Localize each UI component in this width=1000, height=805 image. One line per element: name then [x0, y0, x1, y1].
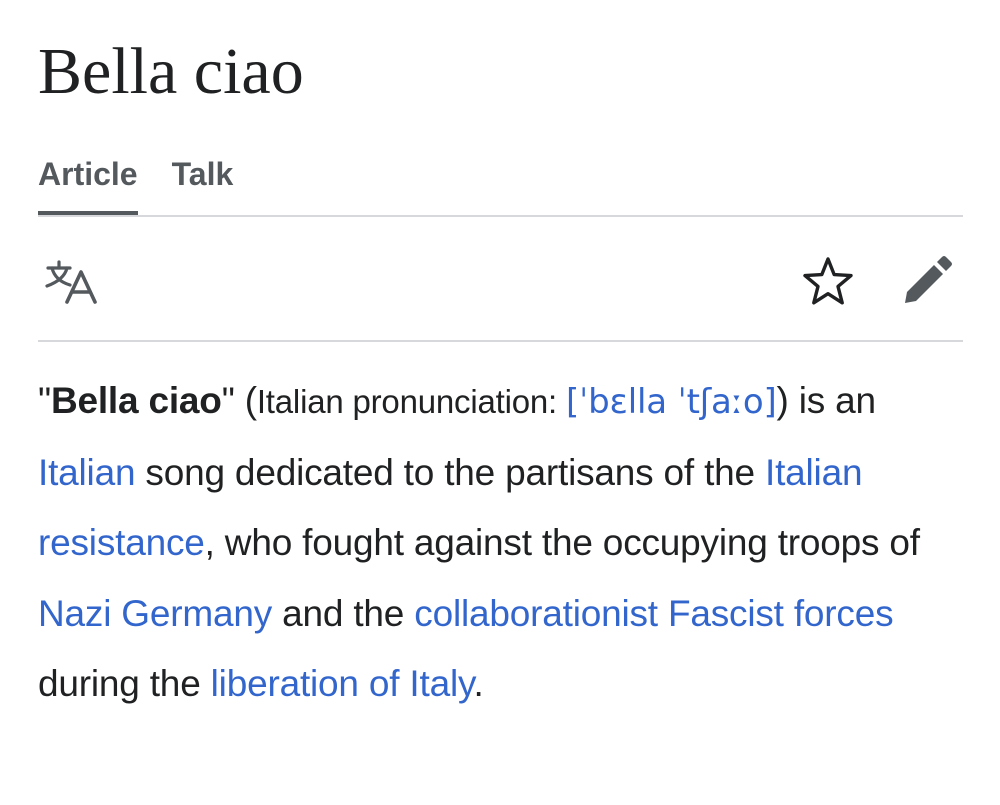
lead-paragraph: "Bella ciao" (Italian pronunciation: [ˈb…: [38, 366, 968, 720]
pronunciation-label: Italian pronunciation:: [256, 383, 566, 420]
lead-text: song dedicated to the partisans of the: [135, 451, 765, 493]
edit-pencil-icon[interactable]: [902, 256, 952, 306]
lead-bold-title: Bella ciao: [50, 380, 222, 421]
page-title: Bella ciao: [38, 35, 304, 108]
lead-paren-open: (: [244, 380, 257, 421]
lead-text: and the: [272, 592, 415, 634]
lead-text: , who fought against the occupying troop…: [204, 522, 920, 563]
lead-text: an: [825, 380, 876, 421]
lead-paren-close: ) is: [776, 380, 826, 421]
lead-quote-open: ": [38, 380, 51, 421]
watch-star-icon[interactable]: [802, 256, 854, 306]
toolbar-divider: [38, 340, 963, 342]
lead-quote-close: ": [221, 380, 245, 421]
lead-text: .: [473, 663, 484, 704]
tabs-divider: [38, 215, 963, 217]
translate-icon[interactable]: [44, 258, 104, 304]
link-collaborationist-fascist-forces[interactable]: collaborationist Fascist forces: [414, 593, 893, 634]
link-nazi-germany[interactable]: Nazi Germany: [38, 593, 272, 634]
tab-article[interactable]: Article: [38, 150, 138, 218]
lead-text: during the: [38, 663, 211, 704]
tab-talk[interactable]: Talk: [172, 150, 234, 218]
link-liberation-of-italy[interactable]: liberation of Italy: [211, 663, 474, 704]
namespace-tabs: Article Talk: [38, 150, 267, 218]
link-italian[interactable]: Italian: [38, 452, 136, 493]
ipa-link[interactable]: [ˈbɛlla ˈtʃaːo]: [566, 382, 777, 422]
